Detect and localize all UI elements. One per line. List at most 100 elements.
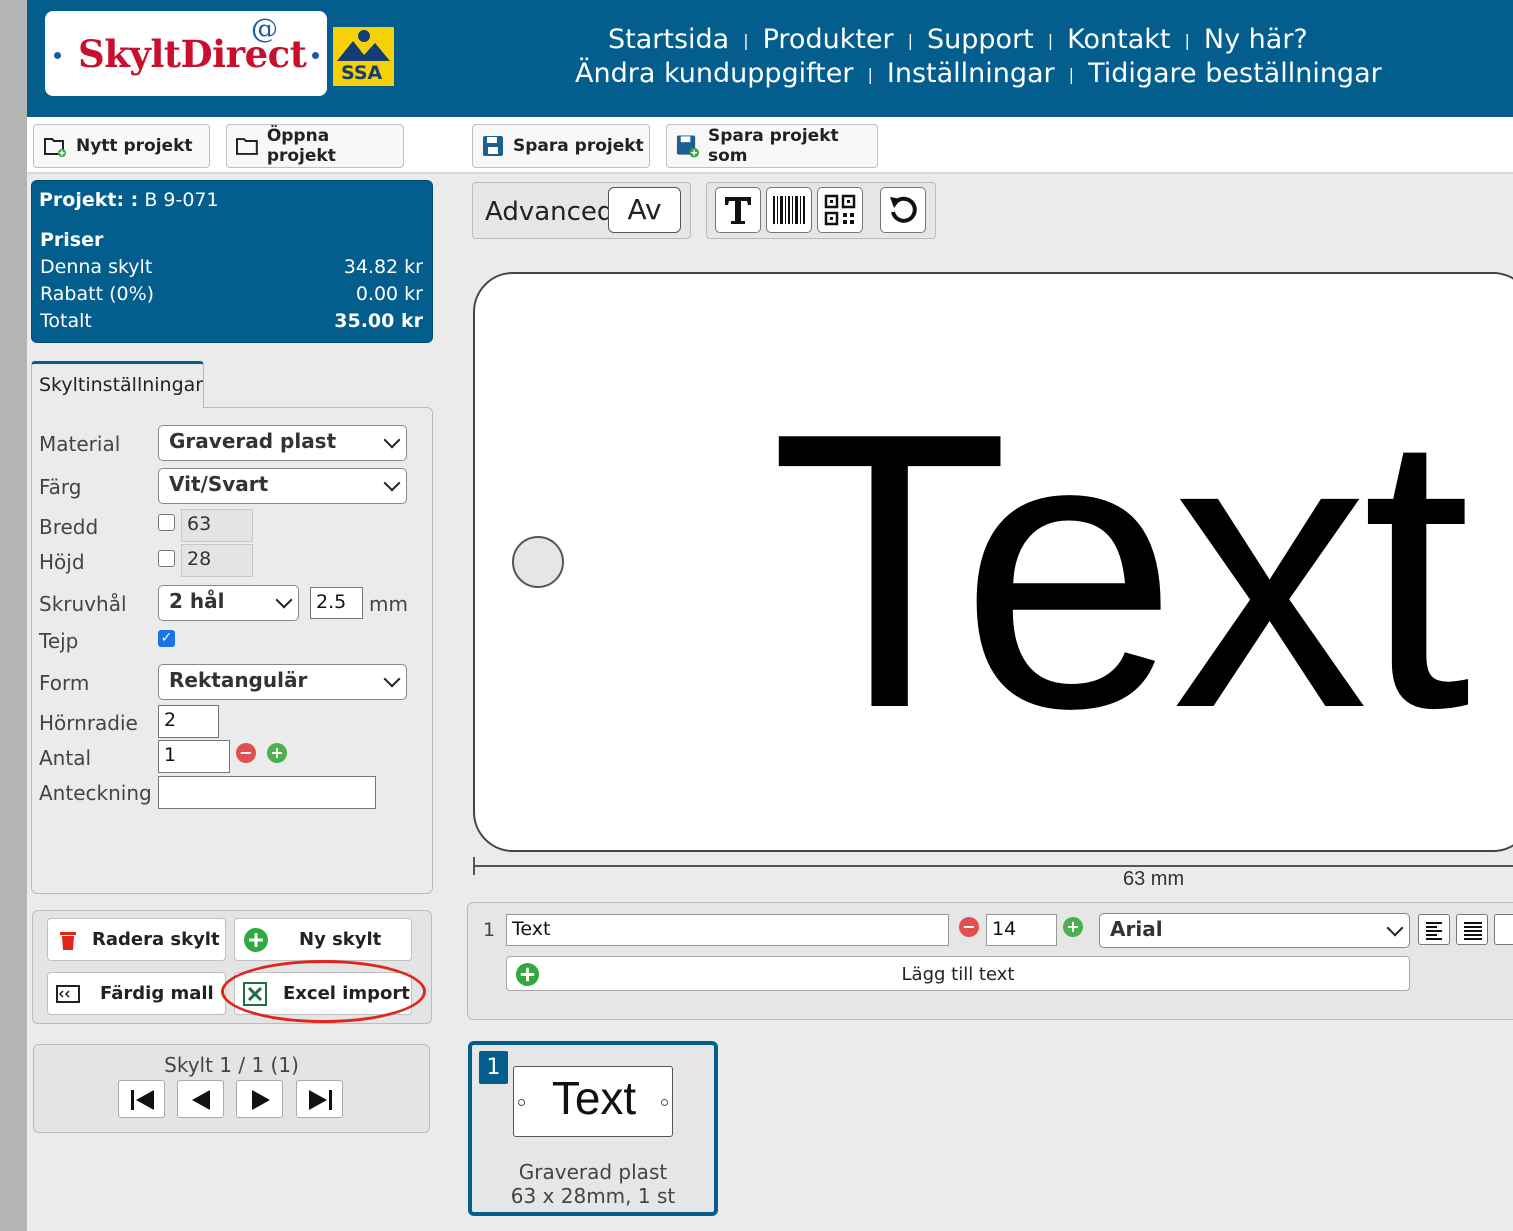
tape-label: Tejp (39, 629, 79, 653)
new-folder-icon (44, 138, 66, 157)
nav-andra-kunduppgifter[interactable]: Ändra kunduppgifter (575, 58, 853, 89)
add-qr-tool[interactable] (817, 187, 863, 233)
nav-installningar[interactable]: Inställningar (887, 58, 1055, 89)
align-center-icon (1464, 922, 1482, 940)
color-select[interactable]: Vit/Svart (158, 468, 407, 504)
template-icon (56, 984, 80, 1003)
height-label: Höjd (39, 550, 85, 574)
color-value: Vit/Svart (169, 472, 269, 496)
add-text-button[interactable]: Lägg till text (506, 956, 1410, 991)
ruler-tick (473, 857, 475, 875)
quantity-decrease-button[interactable]: − (236, 743, 256, 763)
template-button[interactable]: Färdig mall (47, 972, 226, 1015)
add-icon (515, 962, 540, 987)
logo-dot (312, 52, 319, 59)
price-row-value: 34.82 kr (343, 256, 423, 278)
chevron-down-icon (383, 670, 401, 688)
first-page-button[interactable] (118, 1080, 165, 1118)
template-label: Färdig mall (100, 983, 214, 1004)
prices-heading: Priser (40, 229, 104, 251)
font-size-decrease-button[interactable]: − (959, 917, 979, 937)
corner-radius-input[interactable]: 2 (158, 705, 219, 738)
font-family-select[interactable]: Arial (1099, 913, 1410, 948)
new-sign-button[interactable]: Ny skylt (234, 918, 412, 961)
save-as-icon (676, 135, 699, 158)
delete-sign-label: Radera skylt (92, 929, 220, 950)
material-value: Graverad plast (169, 429, 337, 453)
screw-label: Skruvhål (39, 592, 127, 616)
nav-kontakt[interactable]: Kontakt (1067, 24, 1170, 55)
reset-tool[interactable] (880, 187, 926, 233)
height-lock-checkbox[interactable] (158, 550, 175, 567)
project-heading: Projekt: : B 9-071 (39, 189, 219, 211)
open-project-button[interactable]: Öppna projekt (226, 124, 404, 168)
height-input[interactable]: 28 (181, 544, 253, 577)
thumbnail-sign-preview: Text (513, 1066, 673, 1137)
width-lock-checkbox[interactable] (158, 514, 175, 531)
material-select[interactable]: Graverad plast (158, 425, 407, 461)
width-ruler-label: 63 mm (1123, 868, 1185, 890)
chevron-down-icon (1386, 919, 1404, 937)
ssa-logo-text: SSA (341, 62, 383, 84)
next-page-button[interactable] (236, 1080, 283, 1118)
thumbnail-dimensions: 63 x 28mm, 1 st (510, 1184, 676, 1208)
advanced-label: Advanced (485, 197, 614, 227)
new-sign-label: Ny skylt (299, 929, 382, 950)
project-name: B 9-071 (144, 189, 219, 211)
thumbnail-number-badge: 1 (479, 1051, 508, 1084)
delete-sign-button[interactable]: Radera skylt (47, 918, 226, 961)
annotation-highlight-circle (221, 960, 426, 1023)
quantity-input[interactable]: 1 (158, 740, 230, 773)
nav-row-1: Startsida | Produkter | Support | Kontakt | Ny h… (608, 24, 1308, 55)
color-label: Färg (39, 475, 82, 499)
quantity-increase-button[interactable]: + (267, 743, 287, 763)
screw-hole-marker (512, 536, 564, 588)
nav-ny-har[interactable]: Ny här? (1204, 24, 1308, 55)
shape-select[interactable]: Rektangulär (158, 664, 407, 700)
trash-icon (60, 931, 76, 950)
screw-hole-select[interactable]: 2 hål (158, 585, 299, 621)
thumbnail-material: Graverad plast (518, 1160, 668, 1184)
previous-page-button[interactable] (177, 1080, 224, 1118)
screw-size-input[interactable]: 2.5 (310, 587, 363, 619)
add-icon (244, 927, 268, 952)
chevron-down-icon (275, 591, 293, 609)
width-input[interactable]: 63 (181, 509, 253, 542)
align-left-button[interactable] (1418, 914, 1450, 945)
width-label: Bredd (39, 515, 99, 539)
next-icon (252, 1090, 270, 1110)
logo-at-symbol: @ (251, 14, 278, 45)
nav-tidigare-bestallningar[interactable]: Tidigare beställningar (1088, 58, 1382, 89)
total-label: Totalt (40, 310, 92, 332)
add-text-tool[interactable] (715, 187, 761, 233)
new-project-label: Nytt projekt (76, 136, 193, 156)
add-text-label: Lägg till text (901, 964, 1015, 985)
new-project-button[interactable]: Nytt projekt (33, 124, 210, 168)
tape-checkbox[interactable]: ✓ (158, 630, 175, 647)
save-project-button[interactable]: Spara projekt (472, 124, 650, 168)
nav-support[interactable]: Support (927, 24, 1034, 55)
nav-produkter[interactable]: Produkter (763, 24, 894, 55)
save-project-as-button[interactable]: Spara projekt som (666, 124, 878, 168)
skip-first-icon (131, 1090, 154, 1110)
font-size-input[interactable]: 14 (986, 914, 1057, 946)
nav-startsida[interactable]: Startsida (608, 24, 729, 55)
last-page-button[interactable] (296, 1080, 343, 1118)
material-label: Material (39, 432, 121, 456)
align-center-button[interactable] (1456, 914, 1488, 945)
logo-dot (54, 52, 61, 59)
chevron-down-icon (383, 474, 401, 492)
note-input[interactable] (158, 776, 376, 809)
sign-text-element[interactable]: Text (770, 375, 1471, 767)
align-right-button[interactable] (1494, 914, 1513, 945)
save-project-as-label: Spara projekt som (707, 126, 839, 166)
advanced-toggle[interactable]: Av (608, 187, 681, 233)
price-row-value: 0.00 kr (355, 283, 423, 305)
tab-skyltinstallningar[interactable]: Skyltinställningar (31, 361, 204, 408)
font-size-increase-button[interactable]: + (1063, 917, 1083, 937)
note-label: Anteckning (39, 781, 152, 805)
text-row-input[interactable]: Text (506, 914, 949, 946)
previous-icon (192, 1090, 210, 1110)
open-project-label: Öppna projekt (266, 126, 336, 166)
add-barcode-tool[interactable] (766, 187, 812, 233)
